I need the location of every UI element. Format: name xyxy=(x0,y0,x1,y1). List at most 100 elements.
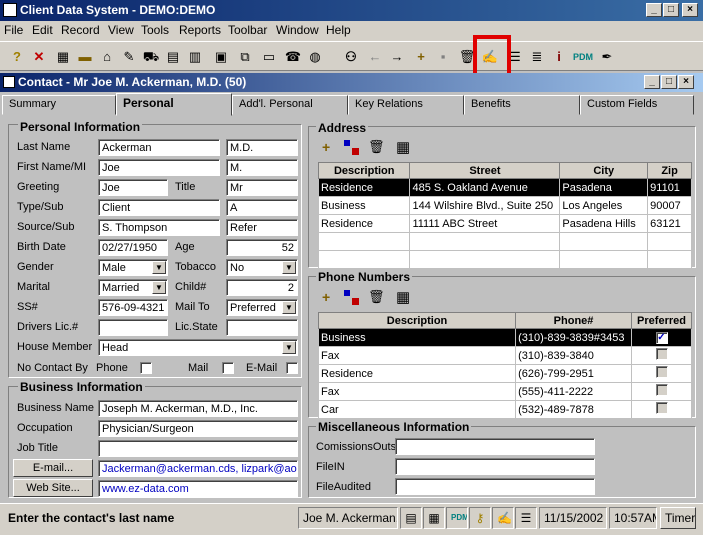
chevron-down-icon[interactable]: ▼ xyxy=(282,261,296,274)
timer-button[interactable]: Timer xyxy=(660,507,696,529)
menu-file[interactable]: File xyxy=(4,23,23,37)
address-col-description[interactable]: Description xyxy=(317,162,411,179)
status-calendar-icon[interactable]: ▦ xyxy=(423,507,445,529)
status-notes-icon[interactable]: ▤ xyxy=(400,507,422,529)
signature-icon[interactable]: ✒ xyxy=(598,48,616,66)
preferred-checkbox[interactable] xyxy=(655,366,668,378)
age-field[interactable]: 52 xyxy=(226,239,298,256)
chevron-down-icon[interactable]: ▼ xyxy=(152,281,166,294)
grid2-icon[interactable]: ▥ xyxy=(186,48,204,66)
tab-custom-fields[interactable]: Custom Fields xyxy=(580,95,694,115)
edit-address-icon[interactable] xyxy=(344,140,360,156)
money-icon[interactable]: ▭ xyxy=(260,48,278,66)
delete-phone-icon[interactable]: 🗑 xyxy=(368,289,385,305)
grid-icon[interactable]: ▤ xyxy=(164,48,182,66)
middle-initial-field[interactable]: M. xyxy=(226,159,298,176)
forward-arrow-icon[interactable]: → xyxy=(388,48,406,66)
preferred-checkbox[interactable] xyxy=(655,402,668,414)
email-field[interactable]: Jackerman@ackerman.cds, lizpark@aol. xyxy=(98,460,298,477)
title-field[interactable]: Mr xyxy=(226,179,298,196)
last-name-field[interactable]: Ackerman xyxy=(98,139,220,156)
child-minimize-button[interactable]: _ xyxy=(644,75,660,89)
preferred-checkbox[interactable]: ✓ xyxy=(655,332,668,344)
table-row[interactable]: Business 144 Wilshire Blvd., Suite 250 L… xyxy=(317,196,692,215)
calculator-icon[interactable]: ▦ xyxy=(54,48,72,66)
marital-select[interactable]: Married ▼ xyxy=(98,279,168,296)
menu-reports[interactable]: Reports xyxy=(179,23,221,37)
back-arrow-icon[interactable]: ← xyxy=(366,48,384,66)
type-field[interactable]: Client xyxy=(98,199,220,216)
phone-grid-icon[interactable]: ▦ xyxy=(396,288,410,306)
menu-window[interactable]: Window xyxy=(276,23,319,37)
license-state-field[interactable] xyxy=(226,319,298,336)
calc2-icon[interactable]: ▣ xyxy=(212,48,230,66)
source-field[interactable]: S. Thompson xyxy=(98,219,220,236)
add-address-icon[interactable]: + xyxy=(322,139,330,155)
first-name-field[interactable]: Joe xyxy=(98,159,220,176)
email-button[interactable]: E-mail... xyxy=(13,459,93,477)
phone-col-number[interactable]: Phone# xyxy=(515,312,633,329)
child-field[interactable]: 2 xyxy=(226,279,298,296)
tab-benefits[interactable]: Benefits xyxy=(464,95,580,115)
address-grid-icon[interactable]: ▦ xyxy=(396,138,410,156)
table-row[interactable]: Fax (310)-839-3840 xyxy=(317,346,692,365)
delete-address-icon[interactable]: 🗑 xyxy=(368,139,385,155)
globe-icon[interactable]: ◍ xyxy=(306,48,324,66)
tab-addl-personal[interactable]: Add'l. Personal xyxy=(232,95,348,115)
binoculars-icon[interactable]: ⚇ xyxy=(342,48,360,66)
plus-icon[interactable]: + xyxy=(412,48,430,66)
tobacco-select[interactable]: No ▼ xyxy=(226,259,298,276)
status-list-icon[interactable]: ☰ xyxy=(515,507,537,529)
menu-tools[interactable]: Tools xyxy=(141,23,169,37)
occupation-field[interactable]: Physician/Surgeon xyxy=(98,420,298,437)
phone-col-preferred[interactable]: Preferred xyxy=(631,312,692,329)
preferred-checkbox[interactable] xyxy=(655,348,668,360)
type-sub-field[interactable]: A xyxy=(226,199,298,216)
job-title-field[interactable] xyxy=(98,440,298,457)
add-phone-icon[interactable]: + xyxy=(322,289,330,305)
preferred-checkbox[interactable] xyxy=(655,384,668,396)
status-key-icon[interactable]: ⚷ xyxy=(469,507,491,529)
save-icon[interactable]: ▪ xyxy=(434,48,452,66)
table-row[interactable]: Residence (626)-799-2951 xyxy=(317,364,692,383)
table-row[interactable]: Fax (555)-411-2222 xyxy=(317,382,692,401)
pdm-icon[interactable]: PDM xyxy=(572,48,594,66)
car-icon[interactable]: ⛟ xyxy=(142,48,160,66)
phone-icon[interactable]: ☎ xyxy=(284,48,302,66)
chevron-down-icon[interactable]: ▼ xyxy=(152,261,166,274)
menu-record[interactable]: Record xyxy=(61,23,100,37)
tab-key-relations[interactable]: Key Relations xyxy=(348,95,464,115)
chevron-down-icon[interactable]: ▼ xyxy=(282,341,296,354)
tab-summary[interactable]: Summary xyxy=(2,95,116,115)
ss-field[interactable]: 576-09-4321 xyxy=(98,299,168,316)
commissions-field[interactable] xyxy=(395,438,595,455)
greeting-field[interactable]: Joe xyxy=(98,179,168,196)
table-row[interactable] xyxy=(317,232,692,251)
minimize-button[interactable]: _ xyxy=(646,3,662,17)
business-name-field[interactable]: Joseph M. Ackerman, M.D., Inc. xyxy=(98,400,298,417)
ruler-icon[interactable]: ▬ xyxy=(76,48,94,66)
gender-select[interactable]: Male ▼ xyxy=(98,259,168,276)
status-edit-icon[interactable]: ✍ xyxy=(492,507,514,529)
table-row[interactable]: Residence 11111 ABC Street Pasadena Hill… xyxy=(317,214,692,233)
delete-icon[interactable]: ✕ xyxy=(30,48,48,66)
file-audited-field[interactable] xyxy=(395,478,595,495)
table-row[interactable] xyxy=(317,250,692,269)
mail-to-select[interactable]: Preferred ▼ xyxy=(226,299,298,316)
help-icon[interactable]: ? xyxy=(8,48,26,66)
birth-date-field[interactable]: 02/27/1950 xyxy=(98,239,168,256)
close-button[interactable]: × xyxy=(682,3,698,17)
address-col-zip[interactable]: Zip xyxy=(647,162,692,179)
home-icon[interactable]: ⌂ xyxy=(98,48,116,66)
chevron-down-icon[interactable]: ▼ xyxy=(282,301,296,314)
address-col-street[interactable]: Street xyxy=(409,162,561,179)
source-sub-field[interactable]: Refer xyxy=(226,219,298,236)
child-close-button[interactable]: × xyxy=(678,75,694,89)
menu-edit[interactable]: Edit xyxy=(32,23,53,37)
drivers-license-field[interactable] xyxy=(98,319,168,336)
web-site-button[interactable]: Web Site... xyxy=(13,479,93,497)
tab-personal[interactable]: Personal xyxy=(116,93,232,116)
table-row[interactable]: Residence 485 S. Oakland Avenue Pasadena… xyxy=(317,178,692,197)
menu-toolbar[interactable]: Toolbar xyxy=(228,23,267,37)
file-in-field[interactable] xyxy=(395,458,595,475)
